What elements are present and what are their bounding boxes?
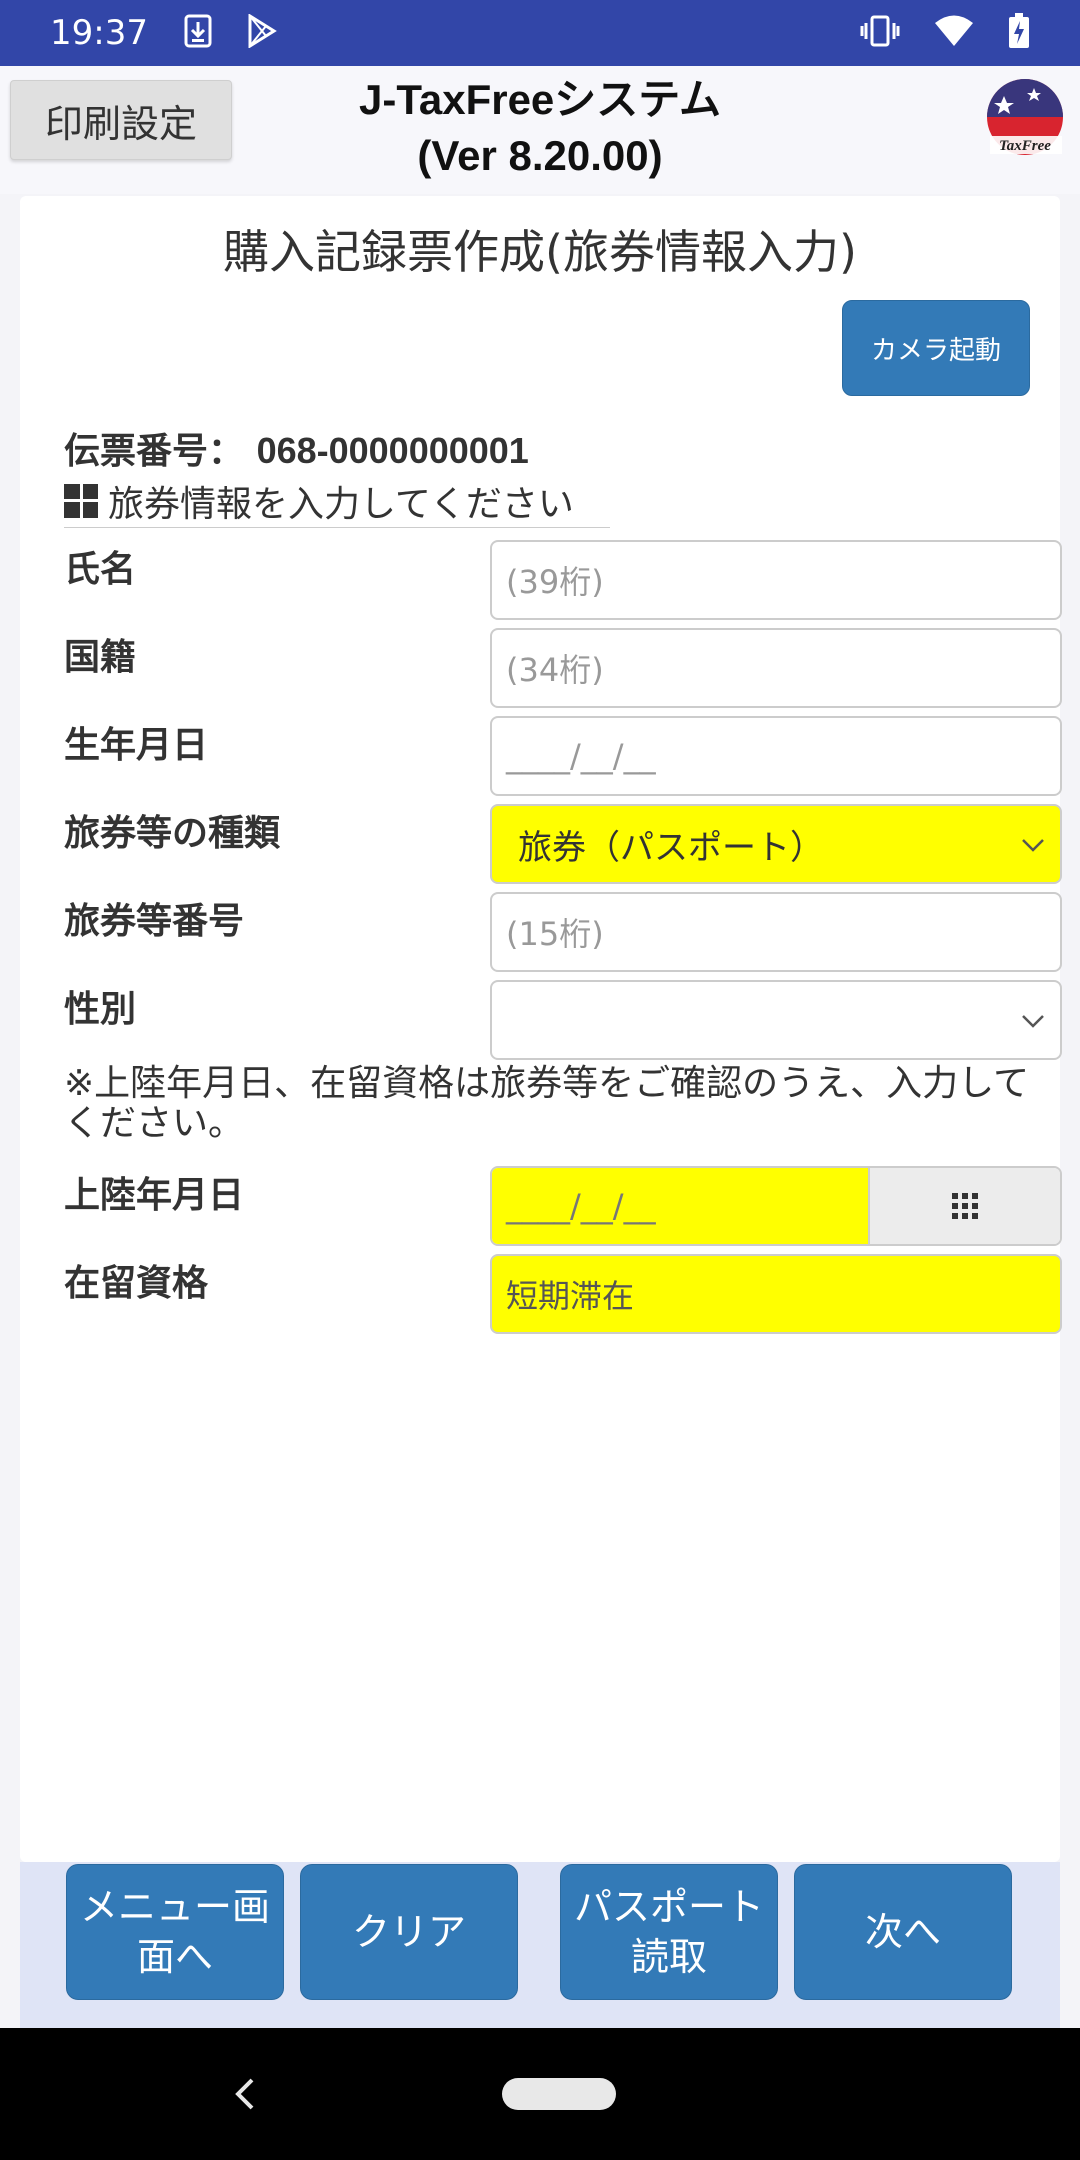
grid-icon xyxy=(64,483,98,518)
vibrate-icon xyxy=(860,14,900,52)
back-icon[interactable] xyxy=(226,2074,266,2114)
nationality-input[interactable]: (34桁) xyxy=(490,628,1062,708)
gender-label: 性別 xyxy=(64,989,137,1030)
app-header: 印刷設定 J-TaxFreeシステム (Ver 8.20.00) TaxFree xyxy=(0,66,1080,194)
taxfree-logo-icon: TaxFree xyxy=(984,76,1066,158)
download-icon xyxy=(184,14,212,52)
page-title: 購入記録票作成(旅券情報入力) xyxy=(223,225,857,279)
camera-start-button[interactable]: カメラ起動 xyxy=(842,300,1030,396)
passport-number-input[interactable]: (15桁) xyxy=(490,892,1062,972)
passport-read-button[interactable]: パスポート 読取 xyxy=(560,1864,778,2000)
chevron-down-icon xyxy=(1022,839,1044,852)
print-settings-button[interactable]: 印刷設定 xyxy=(10,80,232,160)
keypad-icon xyxy=(952,1193,978,1219)
birthdate-label: 生年月日 xyxy=(64,725,209,766)
form-row-passport-number: 旅券等番号 (15桁) xyxy=(64,892,1062,972)
form-row-birthdate: 生年月日 ____/__/__ xyxy=(64,716,1062,796)
menu-button[interactable]: メニュー画 面へ xyxy=(66,1864,284,2000)
landing-date-label: 上陸年月日 xyxy=(64,1175,245,1216)
logo-text: TaxFree xyxy=(999,138,1051,154)
passport-type-value: 旅券（パスポート） xyxy=(518,827,824,868)
name-label: 氏名 xyxy=(64,549,137,590)
residence-status-label: 在留資格 xyxy=(64,1263,209,1304)
calendar-button[interactable] xyxy=(870,1168,1060,1244)
landing-note: ※上陸年月日、在留資格は旅券等をご確認のうえ、入力してください。 xyxy=(64,1063,1030,1144)
app-title-name: J-TaxFreeシステム xyxy=(358,76,722,123)
chevron-down-icon xyxy=(1022,1015,1044,1028)
gender-select[interactable] xyxy=(490,980,1062,1060)
app-version: (Ver 8.20.00) xyxy=(417,132,663,179)
form-row-passport-type: 旅券等の種類 旅券（パスポート） xyxy=(64,804,1062,884)
wifi-icon xyxy=(934,14,974,52)
slip-number: 伝票番号： 068-0000000001 xyxy=(64,422,529,474)
birthdate-input[interactable]: ____/__/__ xyxy=(490,716,1062,796)
slip-number-value: 068-0000000001 xyxy=(256,430,529,471)
status-time: 19:37 xyxy=(50,13,148,53)
passport-form-card: 購入記録票作成(旅券情報入力) カメラ起動 伝票番号： 068-00000000… xyxy=(20,196,1062,1862)
status-bar: 19:37 xyxy=(0,0,1080,66)
nationality-label: 国籍 xyxy=(64,637,137,678)
slip-number-label: 伝票番号： xyxy=(64,431,245,472)
passport-type-select[interactable]: 旅券（パスポート） xyxy=(490,804,1062,884)
play-store-icon xyxy=(246,13,278,52)
clear-button[interactable]: クリア xyxy=(300,1864,518,2000)
landing-date-group: ____/__/__ xyxy=(490,1166,1062,1246)
form-row-landing-date: 上陸年月日 ____/__/__ xyxy=(64,1166,1062,1246)
section-heading: 旅券情報を入力してください xyxy=(64,474,610,528)
form-row-residence-status: 在留資格 短期滞在 xyxy=(64,1254,1062,1334)
form-row-gender: 性別 xyxy=(64,980,1062,1060)
form-row-nationality: 国籍 (34桁) xyxy=(64,628,1062,708)
form-row-name: 氏名 (39桁) xyxy=(64,540,1062,620)
passport-type-label: 旅券等の種類 xyxy=(64,813,281,854)
battery-charging-icon xyxy=(1008,13,1030,53)
section-heading-text: 旅券情報を入力してください xyxy=(108,483,574,525)
landing-date-input[interactable]: ____/__/__ xyxy=(492,1168,870,1244)
next-button[interactable]: 次へ xyxy=(794,1864,1012,2000)
system-nav-bar xyxy=(0,2028,1080,2160)
passport-number-label: 旅券等番号 xyxy=(64,901,245,942)
bottom-action-bar: メニュー画 面へ クリア パスポート 読取 次へ xyxy=(20,1862,1060,2030)
app-title: J-TaxFreeシステム (Ver 8.20.00) xyxy=(280,72,800,184)
name-input[interactable]: (39桁) xyxy=(490,540,1062,620)
residence-status-value: 短期滞在 xyxy=(506,1277,635,1315)
home-pill[interactable] xyxy=(502,2078,616,2110)
residence-status-input[interactable]: 短期滞在 xyxy=(490,1254,1062,1334)
